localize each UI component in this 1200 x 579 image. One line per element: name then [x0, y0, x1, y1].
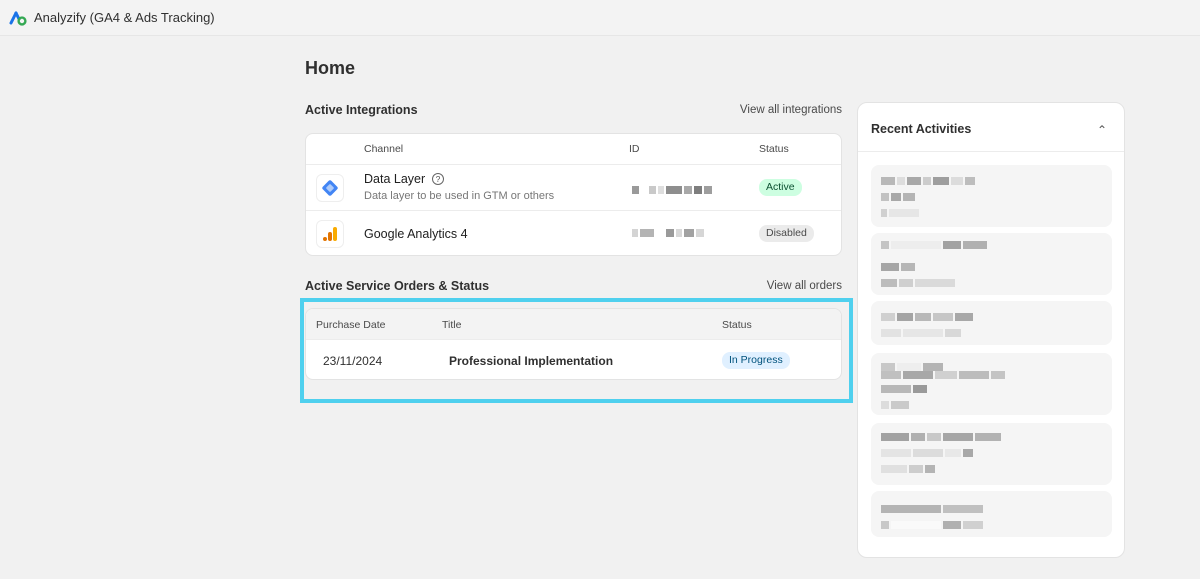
activity-item	[871, 353, 1112, 415]
redacted-id	[632, 186, 712, 194]
data-layer-icon	[316, 174, 344, 202]
page-title: Home	[305, 58, 356, 78]
redacted-id	[632, 229, 704, 237]
status-badge-active: Active	[759, 179, 802, 196]
orders-table-header: Purchase Date Title Status	[306, 309, 841, 340]
activity-item	[871, 233, 1112, 295]
activity-item	[871, 301, 1112, 345]
question-circle-icon[interactable]: ?	[432, 173, 444, 185]
integration-subtitle: Data layer to be used in GTM or others	[364, 190, 555, 202]
integrations-section-title: Active Integrations	[305, 103, 418, 117]
column-header-channel: Channel	[364, 143, 404, 155]
column-header-status: Status	[759, 143, 789, 155]
order-date: 23/11/2024	[323, 354, 383, 368]
view-all-orders-link[interactable]: View all orders	[700, 280, 842, 292]
analyzify-logo-icon	[9, 11, 27, 26]
order-title: Professional Implementation	[449, 354, 614, 368]
activity-item	[871, 165, 1112, 227]
orders-table: Purchase Date Title Status 23/11/2024 Pr…	[305, 308, 842, 380]
status-badge-disabled: Disabled	[759, 225, 814, 242]
orders-section-title: Active Service Orders & Status	[305, 279, 490, 293]
recent-activities-panel: Recent Activities ⌃	[857, 102, 1125, 558]
panel-divider	[858, 151, 1124, 152]
view-all-integrations-link[interactable]: View all integrations	[700, 104, 842, 116]
column-header-status: Status	[722, 319, 752, 331]
activity-item	[871, 423, 1112, 485]
integrations-table: Channel ID Status Data Layer ? Data laye…	[305, 133, 842, 256]
column-header-purchase-date: Purchase Date	[316, 319, 386, 331]
recent-activities-title: Recent Activities	[871, 122, 972, 136]
google-analytics-icon	[316, 220, 344, 248]
chevron-up-icon[interactable]: ⌃	[1097, 123, 1107, 137]
row-divider	[306, 210, 841, 211]
header-divider	[306, 164, 841, 165]
app-header: Analyzify (GA4 & Ads Tracking)	[0, 0, 1200, 36]
app-title: Analyzify (GA4 & Ads Tracking)	[34, 10, 215, 25]
column-header-title: Title	[442, 319, 462, 331]
status-badge-in-progress: In Progress	[722, 352, 790, 369]
integration-name: Data Layer	[364, 172, 426, 186]
integration-name: Google Analytics 4	[364, 227, 468, 241]
column-header-id: ID	[629, 143, 640, 155]
activity-item	[871, 491, 1112, 537]
